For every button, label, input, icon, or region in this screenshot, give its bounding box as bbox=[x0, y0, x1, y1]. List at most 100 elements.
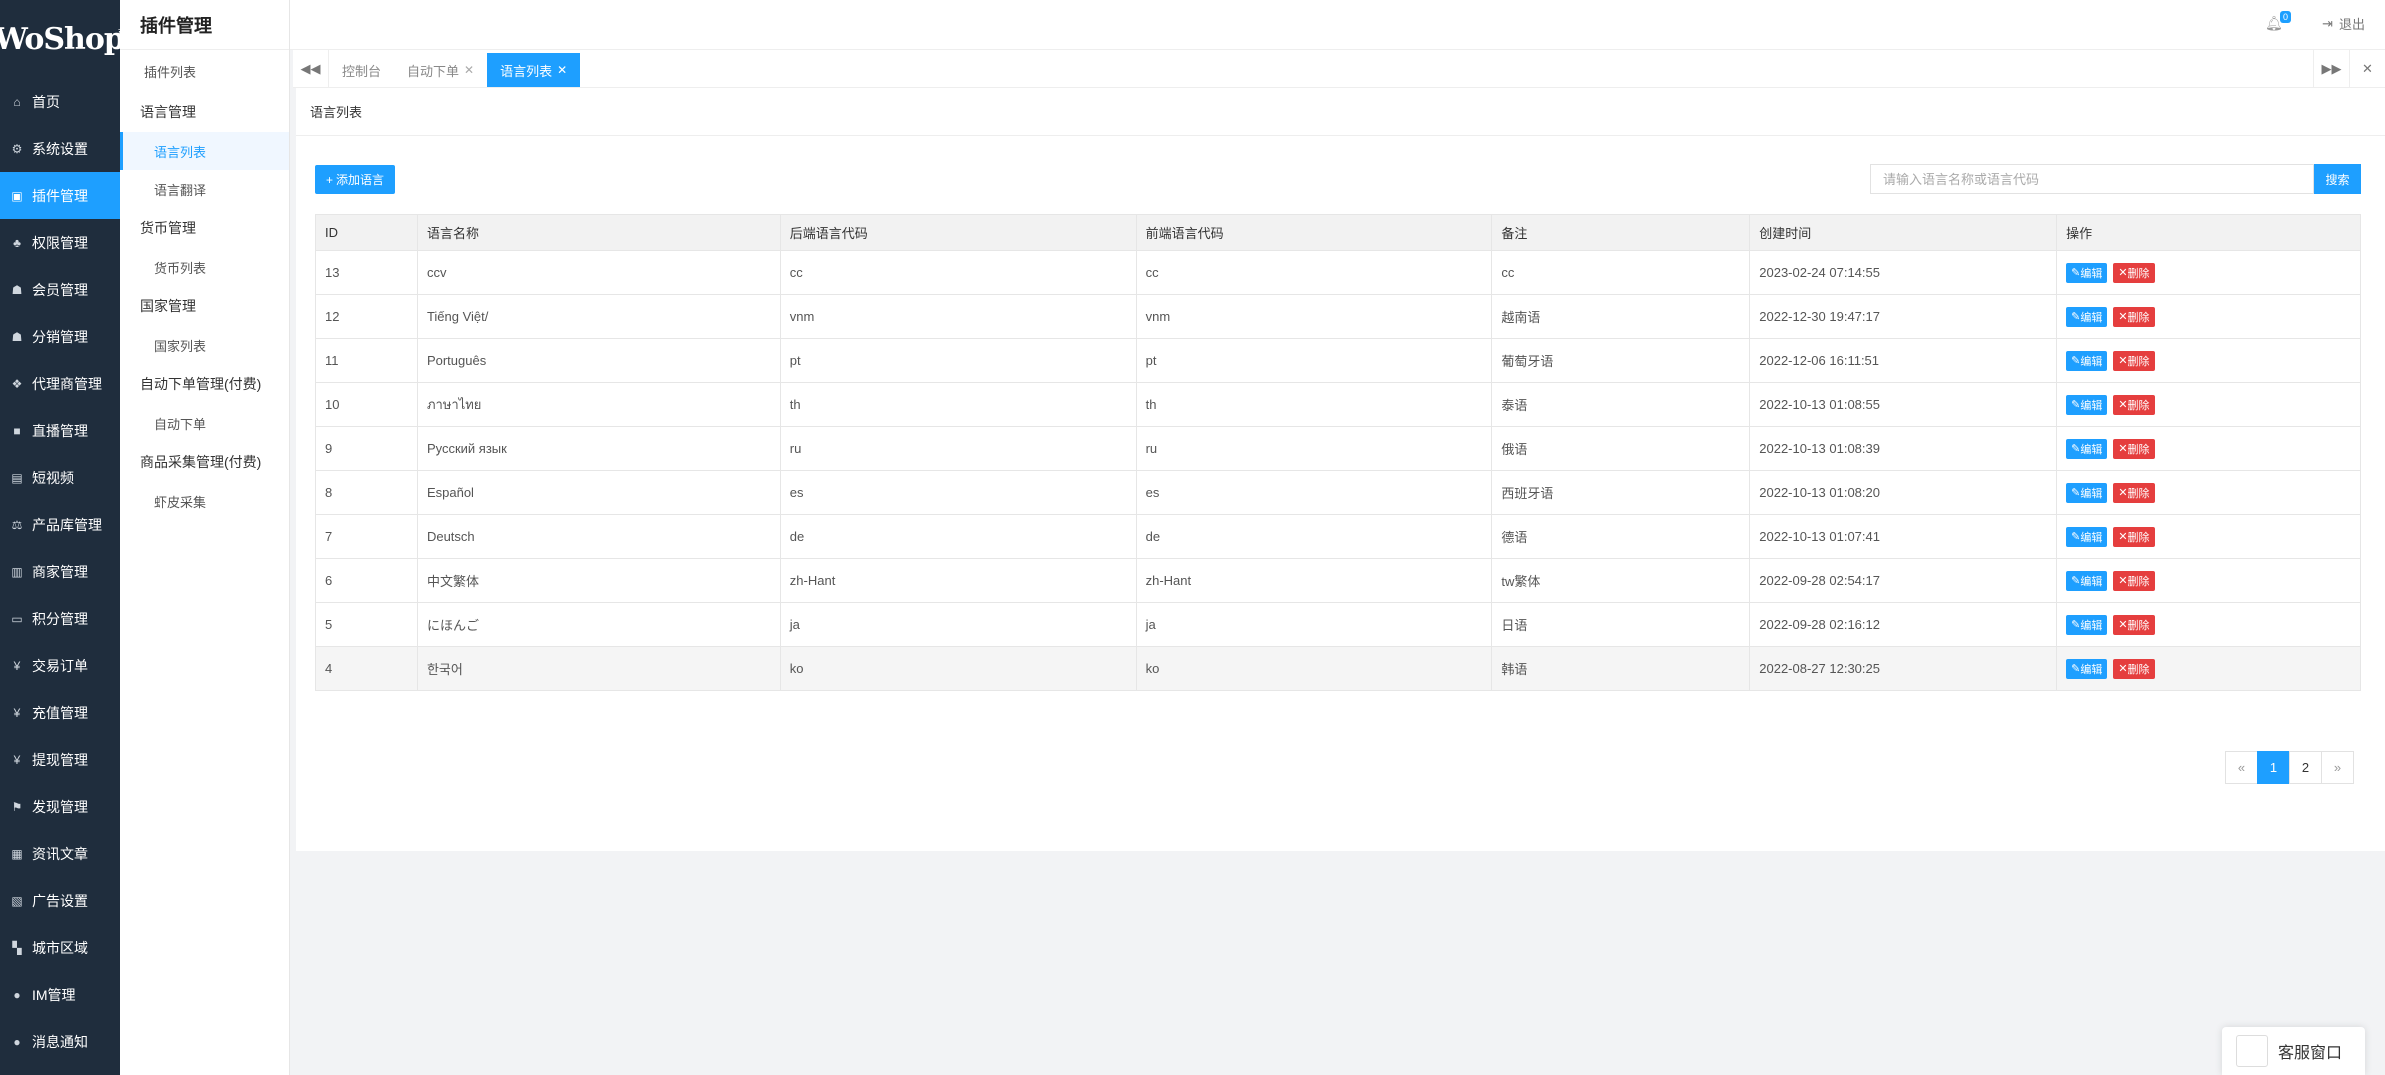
plugin-icon: ▣ bbox=[11, 188, 23, 203]
double-right-icon: ▶▶ bbox=[2321, 61, 2342, 76]
subnav-link[interactable]: 国家列表 bbox=[120, 326, 289, 364]
edit-button[interactable]: ✎ 编辑 bbox=[2066, 526, 2108, 547]
actions-cell: ✎ 编辑 ✕ 删除 bbox=[2056, 294, 2361, 339]
sidebar-item-4[interactable]: ☗ 会员管理 bbox=[0, 266, 120, 313]
pagination-page-button[interactable]: 1 bbox=[2257, 751, 2290, 784]
edit-button[interactable]: ✎ 编辑 bbox=[2066, 350, 2108, 371]
close-icon[interactable]: ✕ bbox=[557, 63, 567, 77]
subnav-title: 插件管理 bbox=[120, 0, 289, 50]
sidebar-item-10[interactable]: ▥ 商家管理 bbox=[0, 548, 120, 595]
delete-button[interactable]: ✕ 删除 bbox=[2113, 570, 2155, 591]
table-cell: 俄语 bbox=[1491, 426, 1751, 471]
pencil-icon: ✎ bbox=[2071, 355, 2081, 367]
tab-1[interactable]: 自动下单 ✕ bbox=[394, 53, 487, 87]
search-input[interactable] bbox=[1870, 164, 2314, 194]
pagination-prev-button[interactable]: « bbox=[2225, 751, 2258, 784]
delete-button[interactable]: ✕ 删除 bbox=[2113, 526, 2155, 547]
sidebar-item-7[interactable]: ■ 直播管理 bbox=[0, 407, 120, 454]
delete-button[interactable]: ✕ 删除 bbox=[2113, 438, 2155, 459]
edit-button[interactable]: ✎ 编辑 bbox=[2066, 262, 2108, 283]
sitemap-icon: ♣ bbox=[13, 235, 21, 250]
tab-scroll-left-button[interactable]: ◀◀ bbox=[293, 50, 329, 88]
subnav-link[interactable]: 虾皮采集 bbox=[120, 482, 289, 520]
customer-service-widget[interactable]: 客服窗口 bbox=[2222, 1027, 2365, 1075]
tab-2[interactable]: 语言列表 ✕ bbox=[487, 53, 581, 87]
sidebar-item-label: 积分管理 bbox=[32, 610, 88, 627]
sidebar-item-15[interactable]: ⚑ 发现管理 bbox=[0, 783, 120, 830]
sidebar-item-1[interactable]: ⚙ 系统设置 bbox=[0, 125, 120, 172]
table-cell: vnm bbox=[1135, 294, 1493, 339]
sidebar-item-20[interactable]: ● 消息通知 bbox=[0, 1018, 120, 1065]
delete-button[interactable]: ✕ 删除 bbox=[2113, 262, 2155, 283]
pagination-next-button[interactable]: » bbox=[2321, 751, 2354, 784]
edit-button[interactable]: ✎ 编辑 bbox=[2066, 306, 2108, 327]
sidebar-item-19[interactable]: ● IM管理 bbox=[0, 971, 120, 1018]
chat-icon: ● bbox=[13, 987, 21, 1002]
subnav-link[interactable]: 自动下单 bbox=[120, 404, 289, 442]
sidebar-item-5[interactable]: ☗ 分销管理 bbox=[0, 313, 120, 360]
sidebar-item-6[interactable]: ❖ 代理商管理 bbox=[0, 360, 120, 407]
edit-button[interactable]: ✎ 编辑 bbox=[2066, 394, 2108, 415]
table-cell: es bbox=[779, 470, 1137, 515]
delete-button[interactable]: ✕ 删除 bbox=[2113, 614, 2155, 635]
customer-service-avatar bbox=[2236, 1035, 2268, 1067]
sidebar-item-8[interactable]: ▤ 短视频 bbox=[0, 454, 120, 501]
actions-cell: ✎ 编辑 ✕ 删除 bbox=[2056, 382, 2361, 427]
delete-label: 删除 bbox=[2127, 575, 2150, 588]
subnav-link[interactable]: 语言翻译 bbox=[120, 170, 289, 208]
sidebar-item-9[interactable]: ⚖ 产品库管理 bbox=[0, 501, 120, 548]
tab-0[interactable]: 控制台 bbox=[329, 53, 394, 87]
edit-button[interactable]: ✎ 编辑 bbox=[2066, 482, 2108, 503]
edit-button[interactable]: ✎ 编辑 bbox=[2066, 658, 2108, 679]
delete-label: 删除 bbox=[2127, 355, 2150, 368]
actions-cell: ✎ 编辑 ✕ 删除 bbox=[2056, 470, 2361, 515]
notification-button[interactable]: 🔔︎ 0 bbox=[2265, 11, 2291, 33]
pencil-icon: ✎ bbox=[2071, 399, 2081, 411]
delete-label: 删除 bbox=[2127, 663, 2150, 676]
edit-button[interactable]: ✎ 编辑 bbox=[2066, 614, 2108, 635]
credit-card-icon: ▭ bbox=[11, 611, 23, 626]
users-icon: ☗ bbox=[11, 329, 23, 344]
close-icon: ✕ bbox=[2118, 531, 2128, 543]
delete-label: 删除 bbox=[2127, 399, 2150, 412]
edit-label: 编辑 bbox=[2080, 575, 2103, 588]
add-language-button[interactable]: + 添加语言 bbox=[315, 165, 396, 194]
sidebar-item-11[interactable]: ▭ 积分管理 bbox=[0, 595, 120, 642]
map-icon: ▚ bbox=[12, 940, 22, 955]
sidebar-item-16[interactable]: ▦ 资讯文章 bbox=[0, 830, 120, 877]
sidebar-item-13[interactable]: ¥ 充值管理 bbox=[0, 689, 120, 736]
close-tabs-button[interactable]: ✕ bbox=[2349, 50, 2385, 88]
language-table: ID 语言名称 后端语言代码 前端语言代码 备注 创建时间 操作 13 ccv cc cc cc 20… bbox=[315, 214, 2361, 691]
sidebar-item-12[interactable]: ¥ 交易订单 bbox=[0, 642, 120, 689]
delete-button[interactable]: ✕ 删除 bbox=[2113, 350, 2155, 371]
table-cell: 10 bbox=[315, 382, 418, 427]
sidebar-item-0[interactable]: ⌂ 首页 bbox=[0, 78, 120, 125]
sidebar-item-2[interactable]: ▣ 插件管理 bbox=[0, 172, 120, 219]
table-cell: 2022-10-13 01:08:55 bbox=[1749, 382, 2058, 427]
delete-button[interactable]: ✕ 删除 bbox=[2113, 658, 2155, 679]
subnav-link-plugin-list[interactable]: 插件列表 bbox=[120, 50, 289, 92]
sidebar-item-17[interactable]: ▧ 广告设置 bbox=[0, 877, 120, 924]
tab-scroll-right-button[interactable]: ▶▶ bbox=[2313, 50, 2349, 88]
edit-button[interactable]: ✎ 编辑 bbox=[2066, 570, 2108, 591]
subnav-link[interactable]: 语言列表 bbox=[120, 132, 289, 170]
close-icon[interactable]: ✕ bbox=[464, 63, 474, 77]
subnav-link[interactable]: 货币列表 bbox=[120, 248, 289, 286]
column-header: 备注 bbox=[1491, 214, 1751, 251]
sidebar-item-3[interactable]: ♣ 权限管理 bbox=[0, 219, 120, 266]
delete-button[interactable]: ✕ 删除 bbox=[2113, 482, 2155, 503]
edit-label: 编辑 bbox=[2080, 267, 2103, 280]
delete-button[interactable]: ✕ 删除 bbox=[2113, 394, 2155, 415]
table-row: 12 Tiếng Việt/vnm vnm 越南语 2022-12-30 19:47:1… bbox=[315, 294, 2361, 339]
delete-label: 删除 bbox=[2127, 443, 2150, 456]
notification-badge: 0 bbox=[2279, 11, 2291, 23]
edit-button[interactable]: ✎ 编辑 bbox=[2066, 438, 2108, 459]
sidebar-item-18[interactable]: ▚ 城市区域 bbox=[0, 924, 120, 971]
logo[interactable]: WoShop商城 bbox=[0, 0, 127, 78]
sidebar-item-14[interactable]: ¥ 提现管理 bbox=[0, 736, 120, 783]
search-button[interactable]: 搜索 bbox=[2314, 164, 2361, 194]
delete-button[interactable]: ✕ 删除 bbox=[2113, 306, 2155, 327]
sidebar-item-label: 分销管理 bbox=[32, 328, 88, 345]
logout-button[interactable]: ⇥ 退出 bbox=[2322, 14, 2365, 33]
pagination-page-button[interactable]: 2 bbox=[2289, 751, 2322, 784]
